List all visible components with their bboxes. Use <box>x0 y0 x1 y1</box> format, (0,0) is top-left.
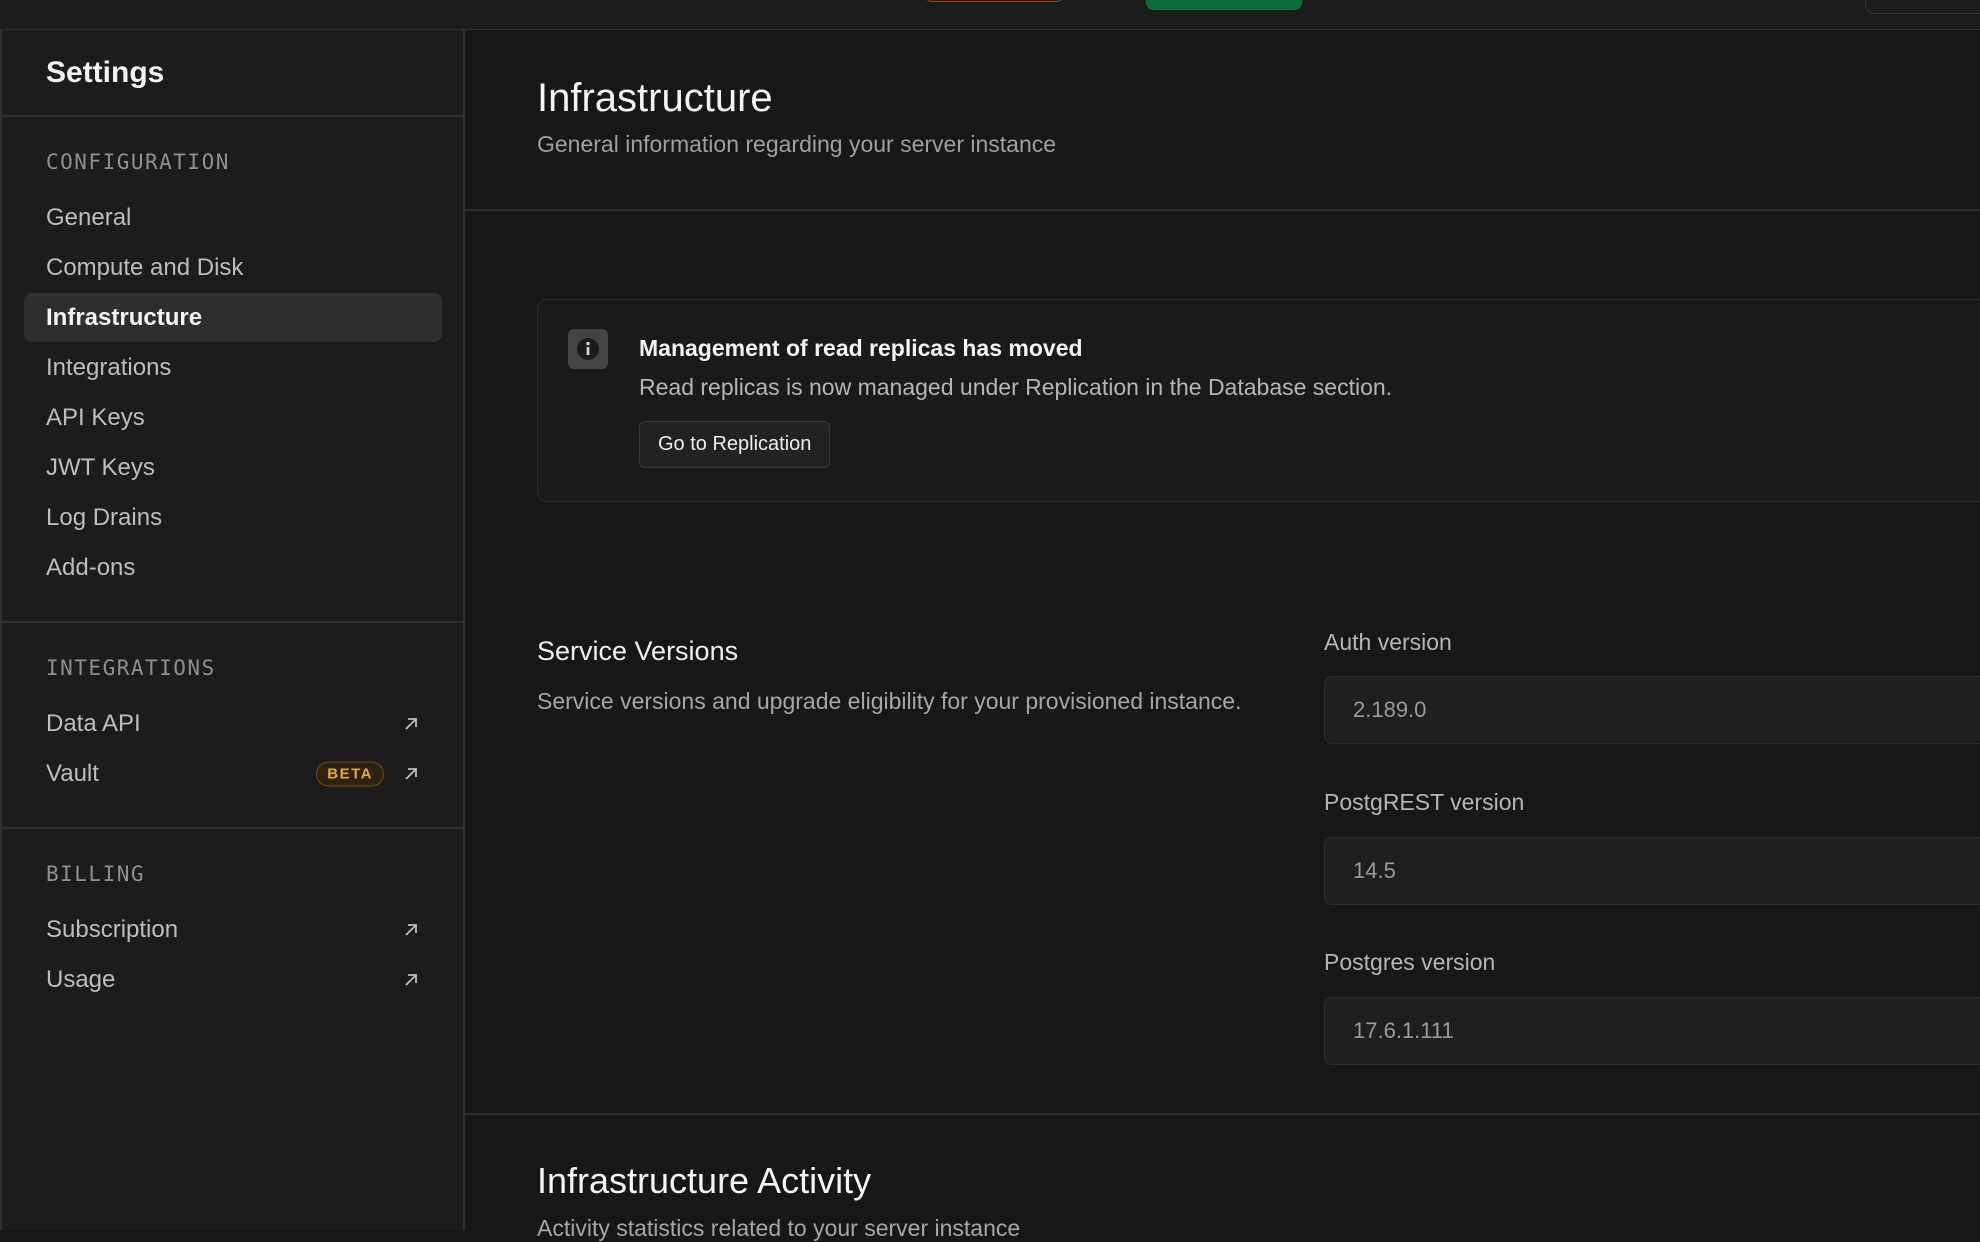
notice-title: Management of read replicas has moved <box>639 335 1083 361</box>
section-title: CONFIGURATION <box>46 150 230 174</box>
sidebar-item-vault[interactable]: Vault BETA <box>24 749 442 798</box>
sidebar-item-log-drains[interactable]: Log Drains <box>24 493 442 542</box>
sidebar-item-label: Add-ons <box>46 553 136 581</box>
sidebar-section-configuration: CONFIGURATION General Compute and Disk I… <box>2 117 463 623</box>
sidebar-item-label: Vault <box>46 759 99 787</box>
sidebar-item-label: Subscription <box>46 915 179 943</box>
sidebar-item-add-ons[interactable]: Add-ons <box>24 543 442 592</box>
sidebar-item-api-keys[interactable]: API Keys <box>24 393 442 442</box>
sidebar-item-label: Infrastructure <box>46 303 203 331</box>
sidebar-item-label: Compute and Disk <box>46 253 244 281</box>
notice-body: Read replicas is now managed under Repli… <box>639 374 1393 400</box>
sidebar-header: Settings <box>2 30 463 117</box>
auth-version-field[interactable]: 2.189.0 <box>1324 676 1980 744</box>
search-box[interactable] <box>1865 0 1980 14</box>
section-title: BILLING <box>46 862 146 886</box>
sidebar-section-billing: BILLING Subscription Usage <box>2 829 463 1033</box>
plan-badge[interactable] <box>926 0 1062 2</box>
service-versions-title: Service Versions <box>537 636 739 666</box>
section-title: INTEGRATIONS <box>46 656 216 680</box>
sidebar-title: Settings <box>46 55 165 89</box>
sidebar-item-integrations[interactable]: Integrations <box>24 343 442 392</box>
sidebar-item-label: Integrations <box>46 353 172 381</box>
sidebar-section-integrations: INTEGRATIONS Data API Vault BETA <box>2 623 463 829</box>
beta-badge: BETA <box>316 761 384 786</box>
settings-sidebar: Settings CONFIGURATION General Compute a… <box>0 30 465 1230</box>
sidebar-item-usage[interactable]: Usage <box>24 955 442 1004</box>
service-versions-description: Service versions and upgrade eligibility… <box>537 688 1242 714</box>
infrastructure-activity-title: Infrastructure Activity <box>537 1160 872 1201</box>
sidebar-item-compute-and-disk[interactable]: Compute and Disk <box>24 243 442 292</box>
external-link-icon <box>405 767 417 780</box>
sidebar-item-label: Log Drains <box>46 503 163 531</box>
top-navigation-bar <box>0 0 1980 30</box>
sidebar-item-general[interactable]: General <box>24 193 442 242</box>
infrastructure-activity-subtitle: Activity statistics related to your serv… <box>537 1215 1021 1241</box>
go-to-replication-button[interactable]: Go to Replication <box>639 421 831 468</box>
sidebar-item-infrastructure[interactable]: Infrastructure <box>24 293 442 342</box>
read-replicas-notice: Management of read replicas has moved Re… <box>537 299 1980 502</box>
postgres-version-label: Postgres version <box>1324 949 1496 975</box>
external-link-icon <box>405 973 417 986</box>
external-link-icon <box>405 923 417 936</box>
section-divider <box>465 1113 1980 1115</box>
main-content: Infrastructure General information regar… <box>465 30 1980 1241</box>
sidebar-item-label: JWT Keys <box>46 453 155 481</box>
sidebar-item-subscription[interactable]: Subscription <box>24 905 442 954</box>
page-header: Infrastructure General information regar… <box>465 30 1980 211</box>
page-subtitle: General information regarding your serve… <box>537 131 1057 157</box>
sidebar-item-data-api[interactable]: Data API <box>24 699 442 748</box>
sidebar-item-label: Data API <box>46 709 141 737</box>
postgrest-version-label: PostgREST version <box>1324 789 1525 815</box>
sidebar-item-jwt-keys[interactable]: JWT Keys <box>24 443 442 492</box>
info-icon <box>568 329 608 369</box>
postgrest-version-field[interactable]: 14.5 <box>1324 837 1980 905</box>
external-link-icon <box>405 717 417 730</box>
sidebar-item-label: General <box>46 203 132 231</box>
postgres-version-field[interactable]: 17.6.1.111 <box>1324 997 1980 1065</box>
auth-version-label: Auth version <box>1324 629 1452 655</box>
page-title: Infrastructure <box>537 76 773 120</box>
sidebar-item-label: API Keys <box>46 403 145 431</box>
connect-button[interactable] <box>1146 0 1302 10</box>
sidebar-item-label: Usage <box>46 965 116 993</box>
